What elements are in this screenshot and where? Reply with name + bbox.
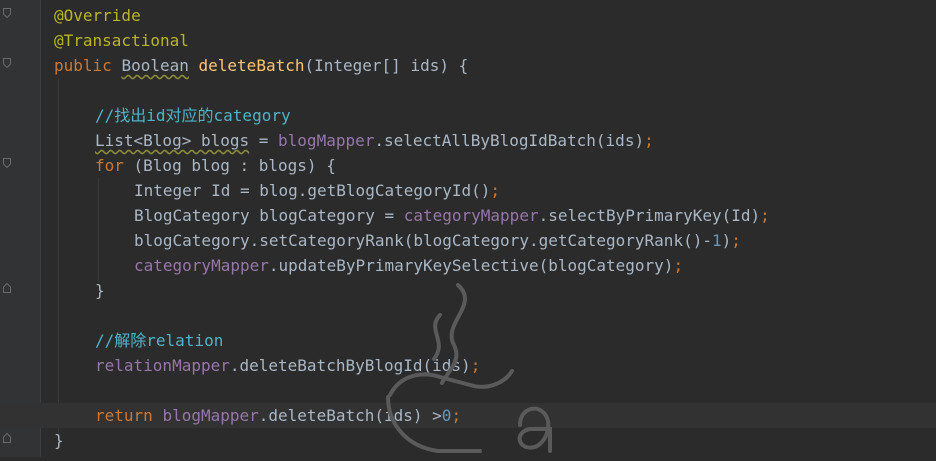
code-token: .updateByPrimaryKeySelective(blogCategor… <box>268 256 674 275</box>
code-token: 1 <box>711 231 722 250</box>
code-token: ; <box>673 256 684 275</box>
code-line-text: @Override <box>54 3 141 28</box>
code-line[interactable]: @Override <box>0 3 936 28</box>
code-token: //解除relation <box>95 331 224 350</box>
code-token: //找出id对应的category <box>95 106 291 125</box>
code-token: .selectByPrimaryKey(Id) <box>538 206 761 225</box>
code-line-text: List<Blog> blogs = blogMapper.selectAllB… <box>95 128 654 153</box>
code-token: BlogCategory blogCategory = <box>134 206 404 225</box>
code-line[interactable] <box>0 78 936 103</box>
code-line-text: blogCategory.setCategoryRank(blogCategor… <box>134 228 741 253</box>
code-token: categoryMapper <box>403 206 539 225</box>
code-token: blogCategory.setCategoryRank(blogCategor… <box>134 231 712 250</box>
code-line[interactable]: @Transactional <box>0 28 936 53</box>
code-line-text: for (Blog blog : blogs) { <box>95 153 336 178</box>
code-line-text: //找出id对应的category <box>95 103 291 128</box>
code-token: ; <box>731 231 741 250</box>
code-token: @Transactional <box>54 31 189 50</box>
code-line[interactable]: blogCategory.setCategoryRank(blogCategor… <box>0 228 936 253</box>
code-token: ; <box>490 181 501 200</box>
code-token: deleteBatch <box>198 56 305 75</box>
code-line-text: @Transactional <box>54 28 189 53</box>
code-token: categoryMapper <box>134 256 269 275</box>
code-line-text: public Boolean deleteBatch(Integer[] ids… <box>54 53 468 78</box>
code-line-text: BlogCategory blogCategory = categoryMapp… <box>134 203 770 228</box>
code-token: return <box>95 406 163 425</box>
code-token: blogMapper <box>278 131 375 150</box>
code-token: List<Blog> blogs <box>95 131 250 150</box>
code-token: (Integer[] ids) { <box>304 56 469 75</box>
code-token: ; <box>760 206 770 225</box>
code-token: Integer Id = blog.getBlogCategoryId() <box>134 181 491 200</box>
code-line[interactable]: BlogCategory blogCategory = categoryMapp… <box>0 203 936 228</box>
code-token: ) <box>721 231 732 250</box>
code-token: @Override <box>54 6 141 25</box>
code-token: (Blog blog : blogs) { <box>133 156 336 175</box>
code-token: blogMapper <box>162 406 259 425</box>
code-line-text: //解除relation <box>95 328 223 353</box>
code-line-text: Integer Id = blog.getBlogCategoryId(); <box>134 178 500 203</box>
code-line-text: } <box>95 278 105 303</box>
code-token: .selectAllByBlogIdBatch(ids) <box>374 131 645 150</box>
java-cup-icon <box>330 275 590 461</box>
code-line[interactable]: public Boolean deleteBatch(Integer[] ids… <box>0 53 936 78</box>
code-token: } <box>95 281 105 300</box>
code-line[interactable]: List<Blog> blogs = blogMapper.selectAllB… <box>0 128 936 153</box>
code-token: for <box>95 156 134 175</box>
code-token: } <box>54 431 64 450</box>
code-line[interactable]: //找出id对应的category <box>0 103 936 128</box>
code-editor[interactable]: @Override @Transactional public Boolean de… <box>0 0 936 457</box>
code-line-text: } <box>54 428 64 453</box>
code-line[interactable]: Integer Id = blog.getBlogCategoryId(); <box>0 178 936 203</box>
code-token: relationMapper <box>95 356 230 375</box>
code-token: Boolean <box>121 56 189 75</box>
code-token: ; <box>644 131 654 150</box>
code-token: = <box>249 131 279 150</box>
code-token: public <box>54 56 122 75</box>
code-line[interactable]: for (Blog blog : blogs) { <box>0 153 936 178</box>
